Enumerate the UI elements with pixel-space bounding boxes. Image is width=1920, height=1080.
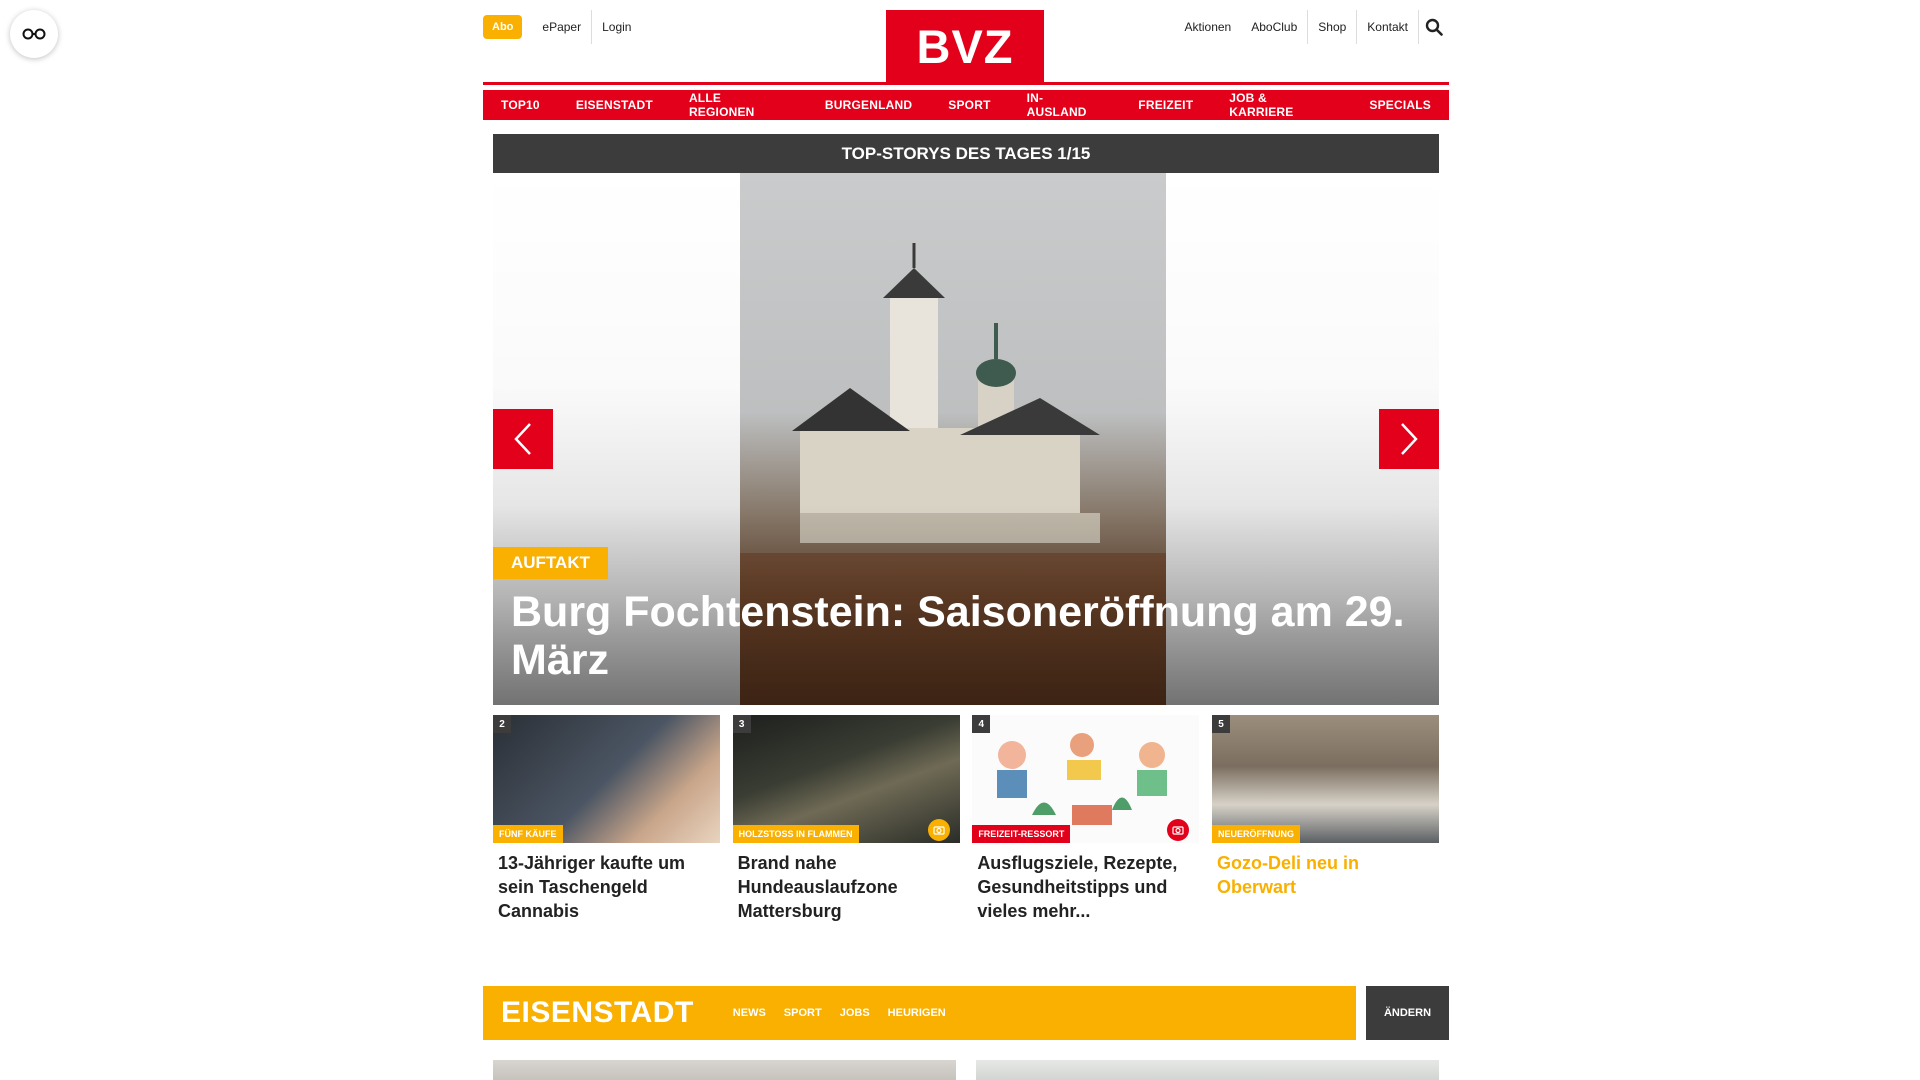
hero-slider[interactable]: AUFTAKT Burg Fochtenstein: Saisoneröffnu… (493, 173, 1439, 705)
main-nav: TOP10 EISENSTADT ALLE REGIONEN BURGENLAN… (483, 90, 1449, 120)
chevron-right-icon (1401, 423, 1418, 455)
hero-category-tag: AUFTAKT (493, 547, 608, 579)
nav-in-ausland[interactable]: IN-AUSLAND (1008, 90, 1121, 120)
teaser-tag: FÜNF KÄUFE (493, 825, 563, 843)
region-bar: EISENSTADT NEWS SPORT JOBS HEURIGEN (483, 986, 1356, 1040)
teaser-tag: HOLZSTOSS IN FLAMMEN (732, 825, 859, 843)
region-link-heurigen[interactable]: HEURIGEN (879, 1007, 955, 1019)
region-link-news[interactable]: NEWS (724, 1007, 775, 1019)
nav-specials[interactable]: SPECIALS (1351, 90, 1449, 120)
teaser-tag: FREIZEIT-RESSORT (972, 825, 1071, 843)
teaser-title[interactable]: 13-Jähriger kaufte um sein Taschengeld C… (493, 843, 720, 923)
region-link-sport[interactable]: SPORT (775, 1007, 831, 1019)
next-slide-button[interactable] (1379, 409, 1439, 469)
teaser-image-leisure[interactable]: 4 FREIZEIT-RESSORT (972, 715, 1200, 843)
hero-headline[interactable]: Burg Fochtenstein: Saisoneröffnung am 29… (511, 588, 1411, 684)
change-region-button[interactable]: ÄNDERN (1366, 986, 1449, 1040)
leisure-illustration (997, 733, 1168, 825)
teaser-number: 3 (732, 715, 751, 733)
teaser-title[interactable]: Ausflugsziele, Rezepte, Gesundheitstipps… (972, 843, 1199, 923)
chevron-left-icon (514, 423, 531, 455)
top-right-links: Aktionen AboClub Shop Kontakt (1175, 10, 1449, 44)
nav-sport[interactable]: SPORT (930, 90, 1009, 120)
glasses-icon (22, 28, 46, 40)
region-article-image[interactable] (493, 1060, 956, 1080)
nav-freizeit[interactable]: FREIZEIT (1120, 90, 1212, 120)
aktionen-link[interactable]: Aktionen (1175, 10, 1242, 44)
camera-icon (927, 819, 950, 841)
aboclub-link[interactable]: AboClub (1241, 10, 1307, 44)
nav-job-karriere[interactable]: JOB & KARRIERE (1211, 90, 1352, 120)
nav-burgenland[interactable]: BURGENLAND (806, 90, 931, 120)
login-link[interactable]: Login (592, 12, 641, 42)
teaser-number: 4 (972, 715, 991, 733)
kontakt-link[interactable]: Kontakt (1357, 10, 1418, 44)
teaser-number: 2 (493, 715, 511, 733)
abo-button[interactable]: Abo (483, 15, 523, 39)
search-icon[interactable] (1419, 10, 1449, 44)
teaser-card[interactable]: 2 FÜNF KÄUFE 13-Jähriger kaufte um sein … (493, 715, 720, 923)
site-logo[interactable]: BVZ (886, 10, 1044, 82)
header-rule (483, 82, 1449, 85)
region-article-image[interactable] (976, 1060, 1439, 1080)
teaser-image-deli[interactable]: 5 NEUERÖFFNUNG (1211, 715, 1439, 843)
teaser-number: 5 (1211, 715, 1230, 733)
story-teasers: 2 FÜNF KÄUFE 13-Jähriger kaufte um sein … (493, 715, 1439, 923)
teaser-image-fire[interactable]: 3 HOLZSTOSS IN FLAMMEN (732, 715, 960, 843)
teaser-title[interactable]: Brand nahe Hundeauslaufzone Mattersburg (733, 843, 960, 923)
region-link-jobs[interactable]: JOBS (831, 1007, 879, 1019)
teaser-tag: NEUERÖFFNUNG (1211, 825, 1300, 843)
region-title[interactable]: EISENSTADT (483, 996, 724, 1030)
nav-eisenstadt[interactable]: EISENSTADT (557, 90, 671, 120)
shop-link[interactable]: Shop (1308, 10, 1356, 44)
teaser-card[interactable]: 5 NEUERÖFFNUNG Gozo-Deli neu in Oberwart (1211, 715, 1439, 923)
top-left-links: Abo ePaper Login (483, 10, 641, 44)
page-container: Abo ePaper Login BVZ Aktionen AboClub Sh… (483, 0, 1449, 1080)
nav-top10[interactable]: TOP10 (483, 90, 558, 120)
reader-mode-button[interactable] (10, 10, 58, 58)
teaser-card[interactable]: 4 FREIZEIT-RESSORT Ausflugsziele, Rezept… (972, 715, 1200, 923)
teaser-title[interactable]: Gozo-Deli neu in Oberwart (1212, 843, 1439, 899)
top-stories-header: TOP-STORYS DES TAGES 1/15 (493, 134, 1439, 173)
site-header: Abo ePaper Login BVZ Aktionen AboClub Sh… (483, 0, 1449, 85)
prev-slide-button[interactable] (493, 409, 553, 469)
teaser-card[interactable]: 3 HOLZSTOSS IN FLAMMEN Brand nahe Hundea… (732, 715, 960, 923)
epaper-link[interactable]: ePaper (532, 12, 591, 42)
teaser-image-cannabis[interactable]: 2 FÜNF KÄUFE (493, 715, 720, 843)
nav-alle-regionen[interactable]: ALLE REGIONEN (670, 90, 807, 120)
